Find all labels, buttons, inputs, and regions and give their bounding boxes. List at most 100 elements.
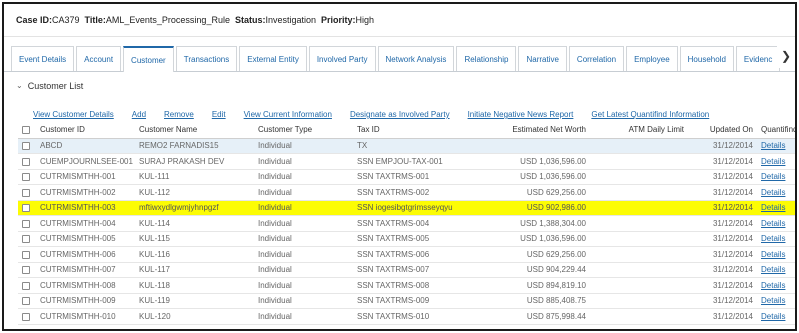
cell-customer-name: KUL-118 xyxy=(135,277,254,294)
cell-atm-limit xyxy=(590,200,688,216)
cell-net-worth: USD 1,388,304.00 xyxy=(471,215,590,232)
row-checkbox[interactable] xyxy=(18,246,36,263)
cell-quantifind: Details xyxy=(757,153,795,170)
row-checkbox[interactable] xyxy=(18,277,36,294)
cell-atm-limit xyxy=(590,215,688,232)
tab-external-entity[interactable]: External Entity xyxy=(239,46,307,71)
tab-correlation[interactable]: Correlation xyxy=(568,46,625,71)
case-header: Case ID: CA379 Title: AML_Events_Process… xyxy=(4,4,795,37)
column-header-customer-name[interactable]: Customer Name xyxy=(135,121,254,139)
cell-updated-on: 31/12/2014 xyxy=(688,184,757,201)
tab-relationship[interactable]: Relationship xyxy=(456,46,517,71)
action-view-current-information-link[interactable]: View Current Information xyxy=(244,110,332,119)
table-row[interactable]: CUTRMISMTHH-005 KUL-115 Individual SSN TAXT… xyxy=(18,231,795,247)
table-row[interactable]: CUTRMISMTHH-001 KUL-111 Individual SSN TAXT… xyxy=(18,169,795,185)
cell-atm-limit xyxy=(590,308,688,325)
column-header-customer-id[interactable]: Customer ID xyxy=(36,121,135,139)
cell-customer-name: SURAJ PRAKASH DEV xyxy=(135,153,254,170)
details-link[interactable]: Details xyxy=(761,219,785,228)
table-row[interactable]: CUTRMISMTHH-004 KUL-114 Individual SSN TAXT… xyxy=(18,215,795,232)
row-checkbox[interactable] xyxy=(18,200,36,216)
select-all-checkbox[interactable] xyxy=(18,121,36,139)
cell-net-worth: USD 1,036,596.00 xyxy=(471,231,590,247)
cell-customer-id: CUTRMISMTHH-005 xyxy=(36,231,135,247)
details-link[interactable]: Details xyxy=(761,234,785,243)
details-link[interactable]: Details xyxy=(761,172,785,181)
details-link[interactable]: Details xyxy=(761,296,785,305)
cell-tax-id: SSN EMPJOU-TAX-001 xyxy=(353,153,471,170)
details-link[interactable]: Details xyxy=(761,250,785,259)
table-row[interactable]: CUEMPJOURNLSEE-001 SURAJ PRAKASH DEV Indiv… xyxy=(18,153,795,170)
cell-customer-id: CUTRMISMTHH-004 xyxy=(36,215,135,232)
row-checkbox[interactable] xyxy=(18,293,36,309)
action-edit-link[interactable]: Edit xyxy=(212,110,226,119)
tab-account[interactable]: Account xyxy=(76,46,122,71)
table-row[interactable]: CUTRMISMTHH-010 KUL-120 Individual SSN TAXT… xyxy=(18,308,795,325)
cell-customer-type: Individual xyxy=(254,184,353,201)
case-id-label: Case ID: xyxy=(16,15,53,25)
row-checkbox[interactable] xyxy=(18,153,36,170)
cell-tax-id: SSN TAXTRMS-004 xyxy=(353,215,471,232)
table-row[interactable]: CUTRMISMTHH-003 mftiwxydlgwmjyhnpgzf Indiv… xyxy=(18,200,795,216)
case-id-value: CA379 xyxy=(52,15,80,25)
tab-network-analysis[interactable]: Network Analysis xyxy=(377,46,455,71)
row-checkbox[interactable] xyxy=(18,138,36,154)
action-initiate-negative-news-report-link[interactable]: Initiate Negative News Report xyxy=(468,110,574,119)
row-checkbox[interactable] xyxy=(18,169,36,185)
details-link[interactable]: Details xyxy=(761,188,785,197)
tab-narrative[interactable]: Narrative xyxy=(518,46,567,71)
cell-quantifind: Details xyxy=(757,184,795,201)
table-row[interactable]: CUTRMISMTHH-008 KUL-118 Individual SSN TAXT… xyxy=(18,277,795,294)
cell-tax-id: SSN iogesibgtgrimsseyqyu xyxy=(353,200,471,216)
tab-customer[interactable]: Customer xyxy=(123,46,174,72)
action-get-latest-quantifind-information-link[interactable]: Get Latest Quantifind Information xyxy=(591,110,709,119)
cell-atm-limit xyxy=(590,293,688,309)
cell-customer-name: KUL-114 xyxy=(135,215,254,232)
tab-involved-party[interactable]: Involved Party xyxy=(308,46,376,71)
action-add-link[interactable]: Add xyxy=(132,110,146,119)
action-designate-as-involved-party-link[interactable]: Designate as Involved Party xyxy=(350,110,450,119)
column-header-atm-limit[interactable]: ATM Daily Limit xyxy=(590,121,688,139)
details-link[interactable]: Details xyxy=(761,157,785,166)
priority-label: Priority: xyxy=(321,15,356,25)
tab-evidenc[interactable]: Evidenc xyxy=(735,46,781,71)
tab-event-details[interactable]: Event Details xyxy=(11,46,75,71)
column-header-updated-on[interactable]: Updated On xyxy=(688,121,757,139)
cell-updated-on: 31/12/2014 xyxy=(688,215,757,232)
row-checkbox[interactable] xyxy=(18,262,36,278)
tab-transactions[interactable]: Transactions xyxy=(175,46,238,71)
row-checkbox[interactable] xyxy=(18,308,36,325)
cell-customer-type: Individual xyxy=(254,262,353,278)
row-checkbox[interactable] xyxy=(18,184,36,201)
cell-customer-id: CUEMPJOURNLSEE-001 xyxy=(36,153,135,170)
column-header-net-worth[interactable]: Estimated Net Worth xyxy=(471,121,590,139)
details-link[interactable]: Details xyxy=(761,141,785,150)
tab-employee[interactable]: Employee xyxy=(626,46,678,71)
cell-customer-id: CUTRMISMTHH-002 xyxy=(36,184,135,201)
details-link[interactable]: Details xyxy=(761,281,785,290)
row-checkbox[interactable] xyxy=(18,231,36,247)
table-row[interactable]: CUTRMISMTHH-007 KUL-117 Individual SSN TAXT… xyxy=(18,262,795,278)
cell-net-worth: USD 904,229.44 xyxy=(471,262,590,278)
cell-updated-on: 31/12/2014 xyxy=(688,277,757,294)
action-view-customer-details-link[interactable]: View Customer Details xyxy=(33,110,114,119)
action-remove-link[interactable]: Remove xyxy=(164,110,194,119)
details-link[interactable]: Details xyxy=(761,265,785,274)
table-row[interactable]: ABCD REMO2 FARNADIS15 Individual TX 31/12/20… xyxy=(18,138,795,154)
row-checkbox[interactable] xyxy=(18,215,36,232)
table-row[interactable]: CUTRMISMTHH-009 KUL-119 Individual SSN TAXT… xyxy=(18,293,795,309)
table-row[interactable]: CUTRMISMTHH-002 KUL-112 Individual SSN TAXT… xyxy=(18,184,795,201)
cell-quantifind: Details xyxy=(757,277,795,294)
table-row[interactable]: CUTRMISMTHH-006 KUL-116 Individual SSN TAXT… xyxy=(18,246,795,263)
column-header-customer-type[interactable]: Customer Type xyxy=(254,121,353,139)
customer-list-header[interactable]: ⌄ Customer List xyxy=(4,74,795,97)
details-link[interactable]: Details xyxy=(761,203,785,212)
details-link[interactable]: Details xyxy=(761,312,785,321)
tabs-next-button[interactable]: ❯ xyxy=(777,44,795,68)
cell-customer-name: mftiwxydlgwmjyhnpgzf xyxy=(135,200,254,216)
column-header-quantifind[interactable]: Quantifind xyxy=(757,121,795,139)
column-header-tax-id[interactable]: Tax ID xyxy=(353,121,471,139)
tab-household[interactable]: Household xyxy=(679,46,734,71)
chevron-down-icon[interactable]: ⌄ xyxy=(16,81,23,90)
cell-customer-id: CUTRMISMTHH-003 xyxy=(36,200,135,216)
